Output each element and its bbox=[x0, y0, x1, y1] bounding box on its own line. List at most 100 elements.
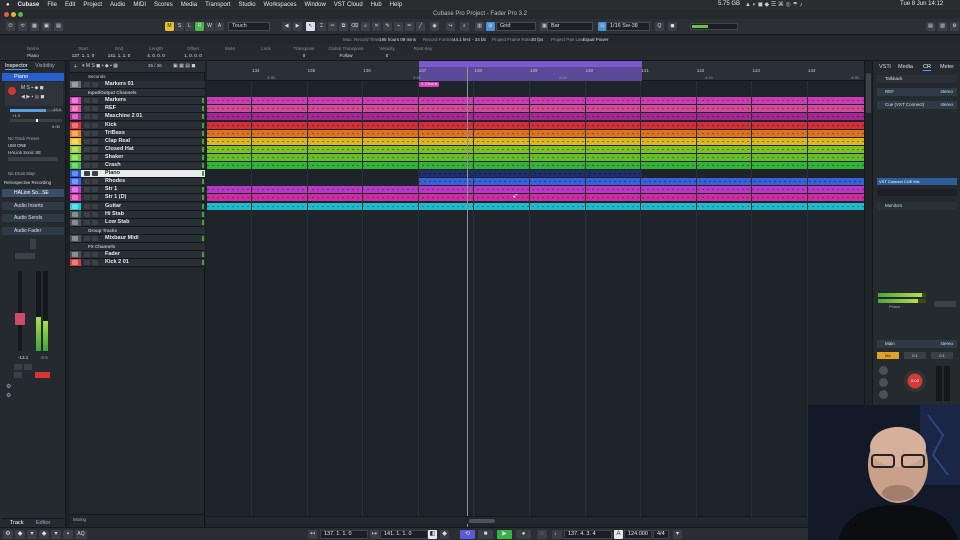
info-lock[interactable]: Lock bbox=[256, 46, 276, 53]
track-row[interactable]: FX Channels bbox=[70, 243, 205, 251]
right-locator-field[interactable]: 141. 1. 1. 0 bbox=[380, 530, 428, 539]
menu-workspaces[interactable]: Workspaces bbox=[264, 2, 297, 8]
info-root-key[interactable]: Root Key bbox=[410, 46, 436, 53]
track-event[interactable] bbox=[207, 186, 864, 194]
transport-icon-3[interactable]: ▾ bbox=[27, 530, 37, 539]
track-solo-button[interactable] bbox=[92, 130, 98, 136]
track-mute-button[interactable] bbox=[84, 179, 90, 185]
project-ruler[interactable]: 134 135 136 137 138 139 140 141 142 143 144 3:30 3:… bbox=[207, 61, 864, 81]
tracklist-view-icons[interactable]: ▣ ▦ ▤ ◼ bbox=[173, 63, 196, 69]
mute-tool-icon[interactable]: ✕ bbox=[372, 22, 381, 31]
cue-mix-label[interactable]: VST Connect CUE Mix bbox=[877, 178, 957, 185]
locator-lock-icon[interactable]: ◧ bbox=[428, 530, 437, 539]
track-color-strip[interactable] bbox=[70, 137, 81, 145]
color-swatch-icon[interactable]: ◼ bbox=[668, 22, 677, 31]
horizontal-scrollbar[interactable] bbox=[207, 516, 864, 524]
track-lane[interactable] bbox=[207, 105, 864, 113]
track-color-strip[interactable] bbox=[70, 194, 81, 202]
track-mute-button[interactable] bbox=[84, 187, 90, 193]
track-lane[interactable] bbox=[207, 243, 864, 250]
info-end[interactable]: End 141. 1. 1. 0 bbox=[102, 46, 136, 58]
track-event[interactable] bbox=[207, 113, 864, 121]
apple-icon[interactable]: ● bbox=[6, 2, 10, 8]
track-row[interactable]: Guitar bbox=[70, 202, 205, 211]
track-lane[interactable] bbox=[207, 137, 864, 145]
track-solo-button[interactable] bbox=[92, 122, 98, 128]
activate-project-icon[interactable]: ⏻ bbox=[6, 22, 15, 31]
output-ref[interactable]: REF stereo bbox=[877, 88, 957, 96]
cr-small-button[interactable] bbox=[934, 301, 956, 307]
read-automation-button[interactable]: R bbox=[195, 22, 204, 31]
vertical-scrollbar-thumb[interactable] bbox=[866, 73, 871, 113]
track-color-strip[interactable] bbox=[70, 178, 81, 186]
fader-record-button[interactable] bbox=[35, 372, 50, 378]
metronome-icon[interactable]: A bbox=[614, 530, 623, 539]
track-mute-button[interactable] bbox=[84, 122, 90, 128]
track-lane[interactable] bbox=[207, 194, 864, 202]
track-solo-button[interactable] bbox=[92, 235, 98, 241]
menu-studio[interactable]: Studio bbox=[239, 2, 256, 8]
stop-button[interactable]: ■ bbox=[478, 530, 493, 539]
comp-tool-icon[interactable]: ✎ bbox=[383, 22, 392, 31]
track-lane[interactable] bbox=[207, 113, 864, 121]
cr-value-2[interactable]: 0.1 bbox=[931, 352, 953, 359]
menu-edit[interactable]: Edit bbox=[65, 2, 75, 8]
cr-talk-knob[interactable] bbox=[879, 390, 888, 399]
track-event[interactable] bbox=[207, 162, 864, 169]
record-enable-icon[interactable] bbox=[8, 87, 16, 95]
midi-input-select[interactable]: UMI ONE bbox=[8, 143, 26, 148]
add-track-icon[interactable]: ＋ bbox=[73, 63, 78, 70]
menu-project[interactable]: Project bbox=[83, 2, 102, 8]
track-button-row-2[interactable]: ◀ ▶ ▪ ◎ ◼ bbox=[21, 94, 45, 100]
drum-map-select[interactable]: No Drum Map bbox=[8, 171, 35, 176]
main-volume-knob[interactable]: 0.00 bbox=[904, 370, 926, 392]
cr-dim-knob[interactable] bbox=[879, 366, 888, 375]
track-event[interactable] bbox=[207, 97, 864, 105]
track-preset-field[interactable]: No Track Preset bbox=[8, 136, 39, 141]
cycle-button[interactable]: ⟲ bbox=[460, 530, 475, 539]
track-solo-button[interactable] bbox=[92, 252, 98, 258]
auto-quantize-icon[interactable]: ◌ bbox=[537, 530, 547, 539]
track-row[interactable]: Clap Real bbox=[70, 137, 205, 146]
transport-settings-icon[interactable]: ⚙ bbox=[3, 530, 13, 539]
track-lane[interactable] bbox=[207, 202, 864, 210]
info-start[interactable]: Start 137. 1. 1. 0 bbox=[66, 46, 100, 58]
track-lane[interactable] bbox=[207, 186, 864, 194]
track-color-strip[interactable] bbox=[70, 186, 81, 194]
track-solo-button[interactable] bbox=[92, 195, 98, 201]
track-mute-button[interactable] bbox=[84, 219, 90, 225]
track-solo-button[interactable] bbox=[92, 154, 98, 160]
track-row[interactable]: TrlBass bbox=[70, 129, 205, 138]
track-mute-button[interactable] bbox=[84, 114, 90, 120]
talkback-section[interactable]: Talkback bbox=[877, 75, 957, 83]
listen-button[interactable]: L bbox=[185, 22, 194, 31]
info-offset[interactable]: Offset 1. 0. 0. 0 bbox=[177, 46, 209, 58]
transport-icon-2[interactable]: ◆ bbox=[15, 530, 25, 539]
erase-tool-icon[interactable]: ⌫ bbox=[350, 22, 359, 31]
range-tool-icon[interactable]: ⌶ bbox=[317, 22, 326, 31]
fader-mute-button[interactable] bbox=[14, 364, 22, 370]
track-mute-button[interactable] bbox=[84, 171, 90, 177]
output-cue[interactable]: Cue (VST Connect) stereo bbox=[877, 101, 957, 109]
tab-meter[interactable]: Meter bbox=[940, 64, 954, 70]
tempo-field[interactable]: 124.000 bbox=[624, 530, 652, 539]
track-solo-button[interactable] bbox=[92, 211, 98, 217]
fader-settings-icon[interactable]: ⚙ bbox=[6, 383, 11, 390]
right-locator-icon[interactable]: ↦ bbox=[370, 530, 379, 539]
track-row[interactable]: Input/Output Channels bbox=[70, 89, 205, 98]
track-lane[interactable] bbox=[207, 259, 864, 266]
track-mute-button[interactable] bbox=[84, 82, 90, 87]
window-layout-icon[interactable]: ▤ bbox=[926, 22, 935, 31]
write-automation-button[interactable]: W bbox=[205, 22, 214, 31]
track-color-strip[interactable] bbox=[70, 251, 81, 259]
split-tool-icon[interactable]: ✂ bbox=[328, 22, 337, 31]
quantize-apply-icon[interactable]: Q bbox=[655, 22, 664, 31]
track-color-strip[interactable] bbox=[70, 105, 81, 113]
info-global-transpose[interactable]: Global Transpose Follow bbox=[326, 46, 366, 58]
section-audio-sends[interactable]: Audio Sends bbox=[2, 214, 64, 222]
menu-transport[interactable]: Transport bbox=[205, 2, 230, 8]
automation-mode-select[interactable]: Touch bbox=[228, 22, 270, 31]
track-lane[interactable] bbox=[207, 251, 864, 258]
track-row[interactable]: Closed Hat bbox=[70, 145, 205, 154]
tab-media[interactable]: Media bbox=[898, 64, 913, 70]
